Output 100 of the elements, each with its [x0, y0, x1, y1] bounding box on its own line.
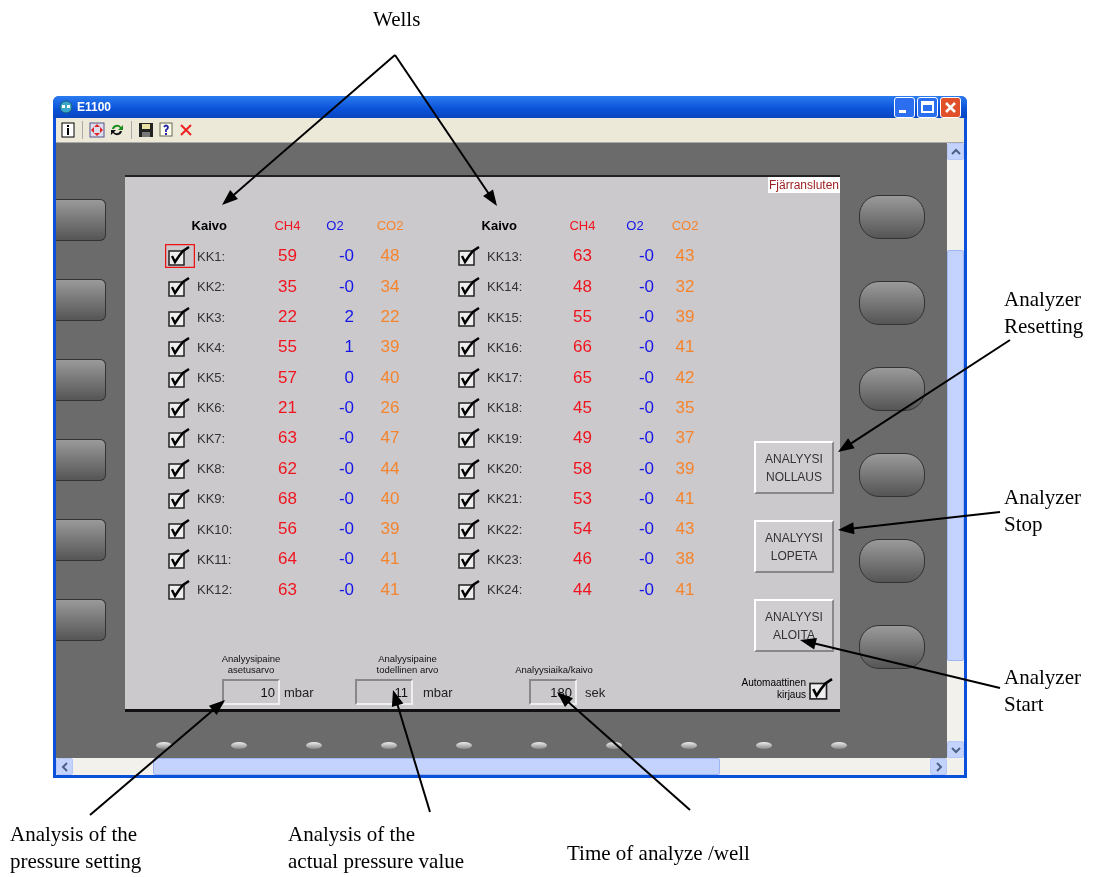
table-cell-text: 0 — [343, 367, 355, 388]
side-key — [859, 539, 925, 583]
maximize-button[interactable] — [917, 96, 938, 118]
table-cell-text: -0 — [337, 519, 355, 540]
table-cell-text: -0 — [337, 246, 355, 267]
column-header: Kaivo — [481, 217, 518, 236]
table-cell-text: 48 — [379, 246, 401, 267]
checkbox[interactable] — [808, 678, 834, 700]
table-cell-text: 22 — [379, 307, 401, 328]
minimize-button[interactable] — [894, 96, 915, 118]
table-cell-text: 40 — [379, 367, 401, 388]
column-header: CO2 — [375, 217, 405, 236]
table-cell-text: 47 — [379, 428, 401, 449]
table-cell-text: 42 — [674, 367, 696, 388]
table-cell-text: 59 — [277, 246, 298, 267]
table-cell-text: -0 — [337, 549, 355, 570]
table-cell-text: -0 — [637, 519, 655, 540]
field-label: Analyysipaine asetusarvo — [220, 653, 282, 675]
well-label: KK1: — [196, 248, 227, 264]
table-cell-text: 63 — [277, 428, 298, 449]
side-key — [859, 625, 925, 669]
table-cell-text: 64 — [277, 549, 298, 570]
table-cell-text: 43 — [674, 246, 696, 267]
column-header: O2 — [325, 217, 345, 236]
scroll-right-icon[interactable] — [934, 761, 943, 772]
well-label: KK22: — [486, 521, 524, 537]
save-icon[interactable] — [138, 122, 154, 138]
table-cell-text: -0 — [637, 579, 655, 600]
input-field[interactable]: 10 — [222, 679, 280, 705]
table-cell-text: 44 — [379, 458, 401, 479]
close-button[interactable] — [940, 96, 961, 118]
window-title: E1100 — [77, 100, 112, 114]
action-button[interactable]: ANALYYSI NOLLAUS — [754, 441, 834, 494]
well-label: KK14: — [486, 279, 524, 295]
table-cell-text: 48 — [572, 276, 593, 297]
well-label: KK13: — [486, 248, 524, 264]
side-key — [56, 199, 106, 241]
key-light — [380, 742, 397, 749]
table-cell-text: -0 — [337, 488, 355, 509]
well-label: KK7: — [196, 430, 227, 446]
table-cell-text: -0 — [637, 458, 655, 479]
info-icon[interactable] — [60, 122, 76, 138]
side-key — [56, 519, 106, 561]
table-cell-text: 43 — [674, 519, 696, 540]
well-label: KK20: — [486, 461, 524, 476]
scroll-left-icon[interactable] — [60, 761, 69, 772]
table-cell-text: 38 — [674, 549, 696, 570]
table-cell-text: 34 — [379, 276, 401, 297]
table-cell-text: 54 — [572, 519, 593, 540]
move-icon[interactable] — [89, 122, 105, 138]
callout-label: Analysis of the actual pressure value — [288, 821, 465, 875]
column-header: CO2 — [670, 217, 700, 236]
refresh-icon[interactable] — [109, 122, 125, 138]
table-cell-text: 58 — [572, 458, 593, 479]
table-cell-text: 46 — [572, 549, 593, 570]
table-cell-text: -0 — [337, 458, 355, 479]
checkbox[interactable] — [165, 244, 195, 269]
callout-label: Analyzer Stop — [1004, 484, 1081, 538]
unit-label: mbar — [423, 684, 453, 700]
action-button[interactable]: ANALYYSI ALOITA — [754, 599, 834, 652]
table-cell-text: 62 — [277, 458, 298, 479]
side-key — [56, 279, 106, 321]
well-label: KK19: — [486, 430, 524, 446]
side-key — [859, 195, 925, 239]
key-light — [531, 742, 547, 749]
table-cell-text: 40 — [379, 488, 401, 509]
table-cell-text: 32 — [674, 276, 696, 297]
table-cell-text: 41 — [379, 579, 401, 600]
table-cell-text: -0 — [637, 276, 655, 297]
table-cell-text: 44 — [572, 579, 593, 600]
side-key — [859, 367, 925, 411]
vertical-scrollbar[interactable] — [947, 143, 964, 758]
well-label: KK17: — [486, 370, 524, 386]
table-cell-text: 22 — [277, 307, 298, 328]
scroll-down-icon[interactable] — [950, 745, 961, 754]
well-label: KK5: — [196, 370, 227, 386]
callout-label: Wells — [373, 6, 421, 33]
callout-label: Analyzer Start — [1004, 664, 1081, 718]
side-key — [56, 599, 106, 641]
horizontal-scrollbar[interactable] — [56, 758, 964, 775]
table-cell-text: 45 — [572, 397, 593, 418]
well-label: KK16: — [486, 339, 524, 355]
close-icon[interactable] — [178, 122, 194, 138]
table-cell-text: 53 — [572, 488, 593, 509]
scroll-up-icon[interactable] — [950, 147, 961, 156]
minimize-icon — [899, 109, 906, 113]
well-label: KK21: — [486, 491, 524, 507]
table-cell-text: -0 — [337, 579, 355, 600]
side-key — [56, 359, 106, 401]
table-cell-text: 1 — [343, 337, 355, 358]
well-label: KK4: — [196, 339, 227, 355]
table-cell-text: 41 — [379, 549, 401, 570]
action-button[interactable]: ANALYYSI LOPETA — [754, 520, 834, 573]
checkbox-label: Automaattinen kirjaus — [741, 677, 806, 701]
help-icon[interactable] — [158, 122, 174, 138]
key-light — [681, 742, 698, 749]
table-cell-text: 41 — [674, 337, 696, 358]
table-cell-text: -0 — [337, 397, 355, 418]
table-cell-text: 68 — [277, 488, 298, 509]
well-label: KK6: — [196, 400, 227, 416]
